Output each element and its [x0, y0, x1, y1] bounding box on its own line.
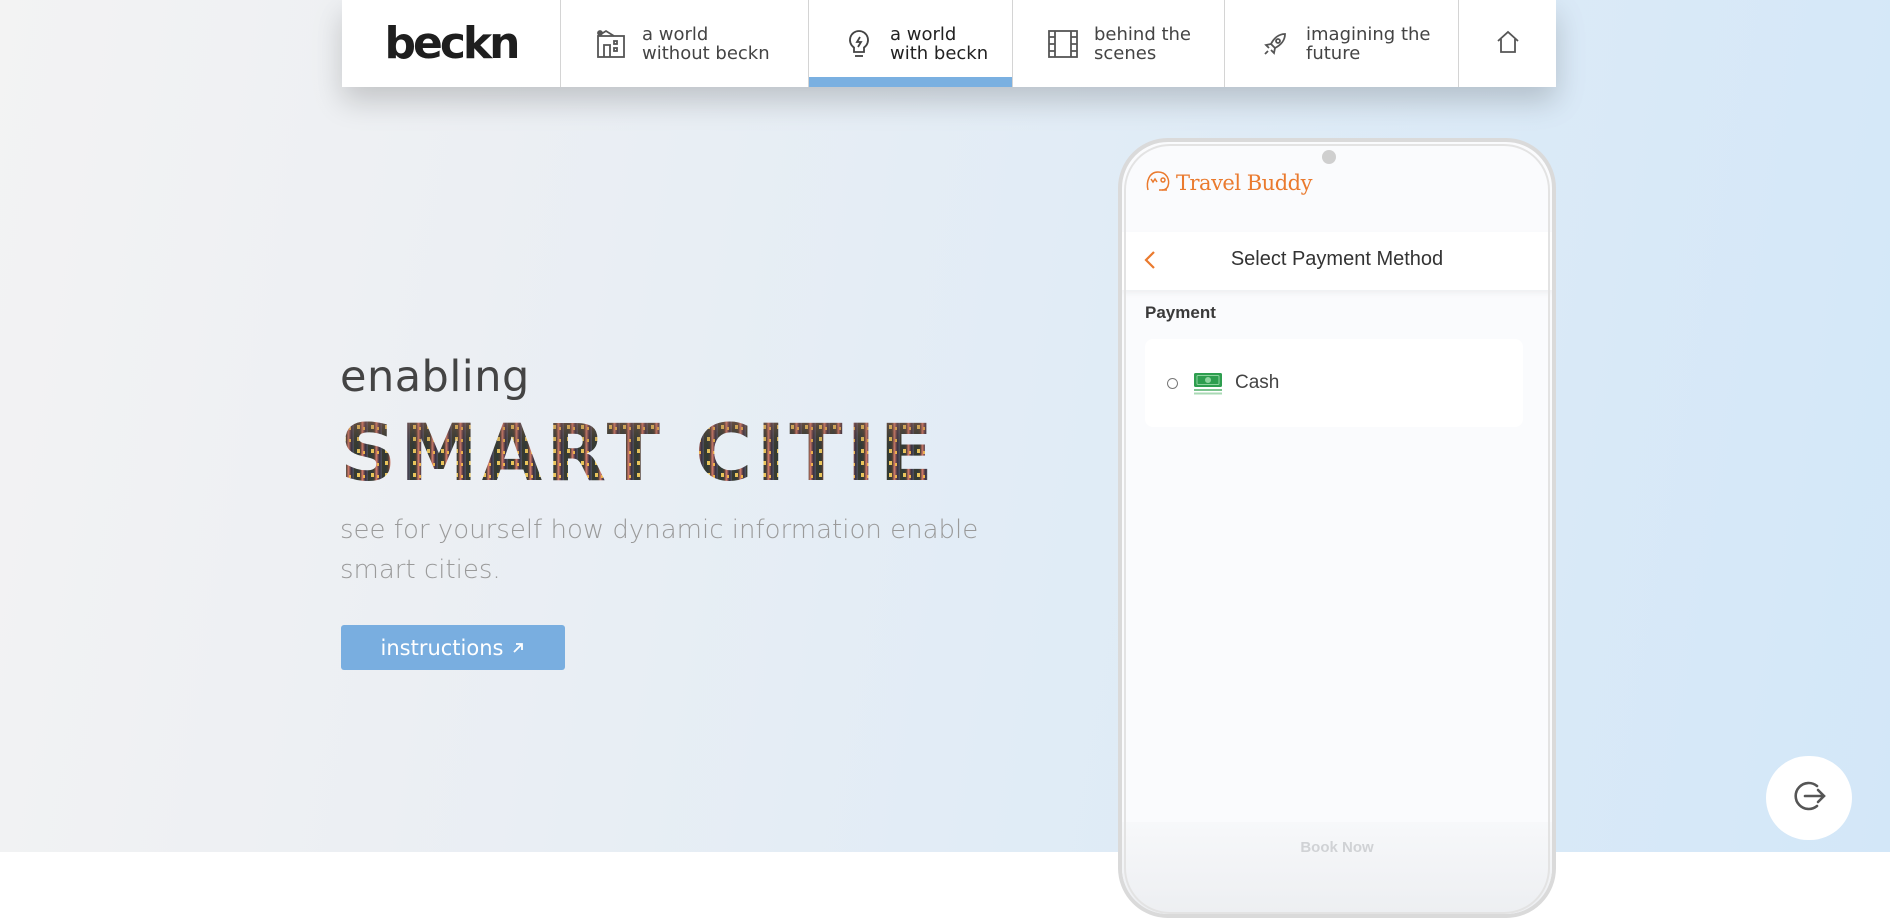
nav-item-imagining-the-future[interactable]: imagining the future	[1225, 0, 1459, 87]
home-icon	[1494, 28, 1522, 60]
phone-page-title: Select Payment Method	[1230, 248, 1444, 270]
instructions-label: instructions	[380, 635, 504, 660]
nav-label: a world without beckn	[642, 23, 770, 64]
home-button[interactable]	[1459, 0, 1556, 87]
nav-label: behind the scenes	[1094, 23, 1192, 64]
book-now-button[interactable]: Book Now	[1122, 838, 1552, 857]
travel-buddy-brand: Travel Buddy	[1144, 168, 1312, 198]
top-navigation: beckn a world without beckn a world with…	[342, 0, 1556, 87]
cash-icon	[1193, 370, 1223, 396]
beckn-logo[interactable]: beckn	[342, 0, 561, 87]
book-now-bar: Book Now	[1122, 822, 1552, 914]
cash-label: Cash	[1235, 372, 1280, 393]
arrow-up-right-icon	[511, 636, 525, 660]
logo-text: beckn	[384, 18, 520, 69]
hero-description: see for yourself how dynamic information…	[340, 515, 979, 585]
logout-icon	[1790, 777, 1828, 819]
phone-mockup: Travel Buddy Select Payment Method Payme…	[1118, 138, 1556, 918]
nav-item-world-with-beckn[interactable]: a world with beckn	[809, 0, 1013, 87]
payment-section-label: Payment	[1145, 303, 1216, 322]
travel-buddy-logo-icon	[1144, 168, 1172, 198]
brand-name: Travel Buddy	[1176, 171, 1312, 195]
instructions-button[interactable]: instructions	[341, 625, 565, 670]
phone-header: Select Payment Method	[1122, 232, 1552, 290]
payment-option-cash[interactable]: Cash	[1145, 339, 1523, 427]
hero-background	[0, 0, 1890, 852]
building-icon	[594, 27, 628, 61]
hero-eyebrow: enabling	[340, 352, 530, 402]
cash-radio[interactable]	[1167, 377, 1178, 389]
nav-item-world-without-beckn[interactable]: a world without beckn	[561, 0, 809, 87]
lightbulb-icon	[842, 27, 876, 61]
nav-item-behind-the-scenes[interactable]: behind the scenes	[1013, 0, 1225, 87]
hero-headline: SMART CITIES SMART CITIES	[340, 410, 940, 490]
nav-label: a world with beckn	[890, 23, 989, 64]
nav-label: imagining the future	[1306, 23, 1431, 64]
phone-camera	[1322, 150, 1336, 164]
headline-overlay: SMART CITIES	[340, 410, 940, 490]
exit-button[interactable]	[1766, 756, 1852, 840]
film-icon	[1046, 27, 1080, 61]
rocket-icon	[1258, 27, 1292, 61]
